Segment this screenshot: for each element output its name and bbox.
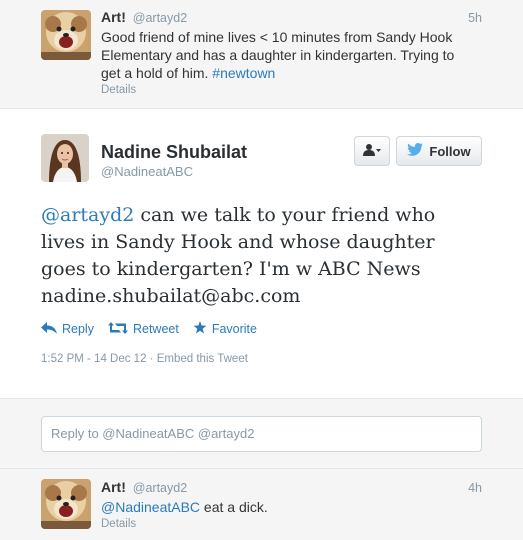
tweet-text-line: get a hold of him. #newtown — [101, 64, 454, 82]
tweet-text-line: nadine.shubailat@abc.com — [41, 285, 301, 307]
tweet-text-line: Good friend of mine lives < 10 minutes f… — [101, 29, 453, 45]
tweet-text: Good friend of mine lives < 10 minutes f… — [101, 28, 454, 82]
reply-input[interactable]: Reply to @NadineatABC @artayd2 — [41, 416, 482, 452]
author-fullname[interactable]: Nadine Shubailat — [101, 142, 247, 163]
tweet-datetime[interactable]: 1:52 PM - 14 Dec 12 — [41, 353, 146, 365]
dog-avatar[interactable] — [41, 10, 91, 60]
twitter-bird-icon — [407, 143, 424, 159]
tweet-text-line: @artayd2 can we talk to your friend who — [41, 202, 435, 229]
favorite-label: Favorite — [211, 322, 257, 336]
reply-label: Reply — [62, 322, 94, 336]
retweet-icon — [107, 321, 128, 337]
tweet-text-segment: get a hold of him. — [101, 65, 209, 81]
tweet-text-line: goes to kindergarten? I'm w ABC News — [41, 258, 421, 280]
mention-link[interactable]: @artayd2 — [41, 204, 134, 226]
details-link[interactable]: Details — [101, 84, 136, 96]
tweet-text: @NadineatABC eat a dick. — [101, 498, 268, 516]
woman-avatar[interactable] — [41, 134, 89, 182]
author-fullname[interactable]: Art! — [101, 9, 126, 25]
favorite-action[interactable]: Favorite — [193, 321, 257, 337]
tweet-timestamp[interactable]: 4h — [468, 481, 482, 495]
retweet-label: Retweet — [132, 322, 179, 336]
tweet-art-1[interactable]: Art! @artayd2 5h Good friend of mine liv… — [0, 0, 523, 109]
tweet-meta: 1:52 PM - 14 Dec 12 · Embed this Tweet — [41, 353, 248, 365]
tweet-text: @artayd2 can we talk to your friend who … — [41, 202, 435, 310]
tweet-author[interactable]: Art! @artayd2 — [101, 9, 187, 25]
user-actions-button[interactable] — [354, 136, 390, 166]
reply-action[interactable]: Reply — [41, 321, 94, 337]
star-icon — [193, 321, 207, 337]
author-handle[interactable]: @NadineatABC — [101, 164, 193, 179]
mention-link[interactable]: @NadineatABC — [101, 499, 200, 515]
retweet-action[interactable]: Retweet — [107, 321, 179, 337]
tweet-text-line: lives in Sandy Hook and whose daughter — [41, 231, 435, 253]
embed-tweet-link[interactable]: Embed this Tweet — [157, 353, 248, 365]
hashtag-link[interactable]: #newtown — [212, 65, 275, 81]
details-link[interactable]: Details — [101, 518, 136, 530]
author-handle[interactable]: @artayd2 — [133, 481, 187, 495]
tweet-art-2[interactable]: Art! @artayd2 4h @NadineatABC eat a dick… — [0, 468, 523, 540]
follow-label: Follow — [429, 143, 471, 159]
tweet-nadine-expanded: Nadine Shubailat @NadineatABC Follow @ar… — [0, 109, 523, 398]
tweet-text-segment: can we talk to your friend who — [134, 204, 436, 226]
reply-icon — [41, 321, 57, 337]
meta-separator: · — [146, 353, 157, 365]
author-fullname[interactable]: Art! — [101, 479, 126, 495]
person-icon — [363, 143, 381, 160]
author-handle[interactable]: @artayd2 — [133, 11, 187, 25]
follow-button[interactable]: Follow — [396, 136, 482, 166]
tweet-author[interactable]: Art! @artayd2 — [101, 479, 187, 495]
reply-area: Reply to @NadineatABC @artayd2 — [0, 398, 523, 468]
tweet-actions: Reply Retweet Favorite — [41, 321, 257, 337]
tweet-timestamp[interactable]: 5h — [468, 11, 482, 25]
tweet-text-line: Elementary and has a daughter in kinderg… — [101, 47, 455, 63]
dog-avatar[interactable] — [41, 479, 91, 529]
tweet-text-segment: eat a dick. — [200, 499, 268, 515]
